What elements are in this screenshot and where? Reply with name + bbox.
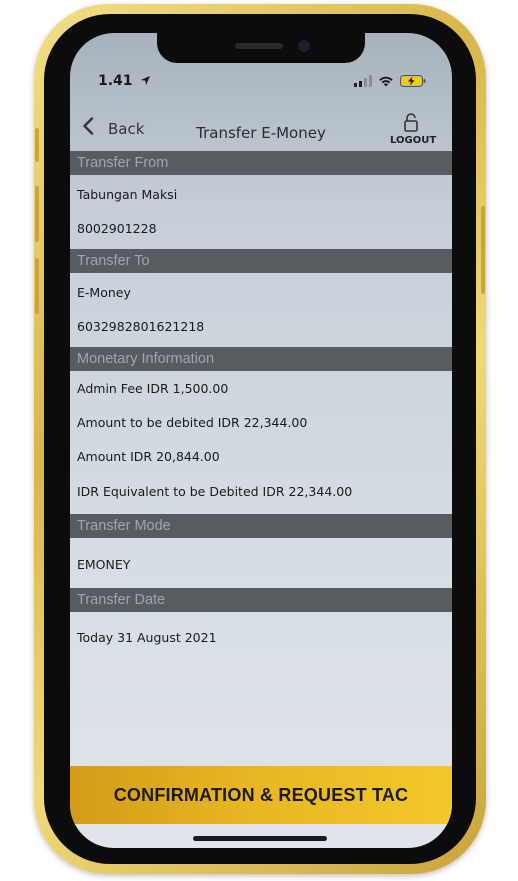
confirm-request-tac-button[interactable]: CONFIRMATION & REQUEST TAC [70,766,452,824]
admin-fee: Admin Fee IDR 1,500.00 [77,381,229,396]
speaker [235,43,283,49]
amount: Amount IDR 20,844.00 [77,449,220,464]
idr-equivalent: IDR Equivalent to be Debited IDR 22,344.… [77,484,353,499]
front-camera [298,40,310,52]
status-time: 1.41 [98,73,151,89]
transfer-date-value: Today 31 August 2021 [77,630,217,645]
from-account-name: Tabungan Maksi [77,187,178,202]
section-header-transfer-mode: Transfer Mode [70,514,452,538]
logout-button[interactable]: LOGOUT [390,113,437,146]
location-arrow-icon [141,75,151,86]
lock-icon [404,113,418,132]
power-button [481,206,485,294]
wifi-icon [379,76,393,87]
section-header-transfer-to: Transfer To [70,249,452,273]
to-account-name: E-Money [77,285,131,300]
volume-down-button [35,258,39,314]
cellular-signal-icon [354,75,372,87]
app-screen: 1.41 Back Transfer E-Money LOGOUT Transf… [70,33,452,848]
to-account-number: 6032982801621218 [77,319,205,334]
status-icons [354,75,426,87]
battery-charging-icon [400,75,426,87]
status-time-text: 1.41 [98,73,133,89]
section-header-transfer-date: Transfer Date [70,588,452,612]
notch [157,33,365,63]
section-header-monetary: Monetary Information [70,347,452,371]
from-account-number: 8002901228 [77,221,157,236]
amount-debited: Amount to be debited IDR 22,344.00 [77,415,308,430]
home-indicator[interactable] [193,836,327,841]
mute-switch [35,128,39,162]
transfer-mode-value: EMONEY [77,557,131,572]
logout-label: LOGOUT [390,135,437,146]
section-header-transfer-from: Transfer From [70,151,452,175]
volume-up-button [35,186,39,242]
